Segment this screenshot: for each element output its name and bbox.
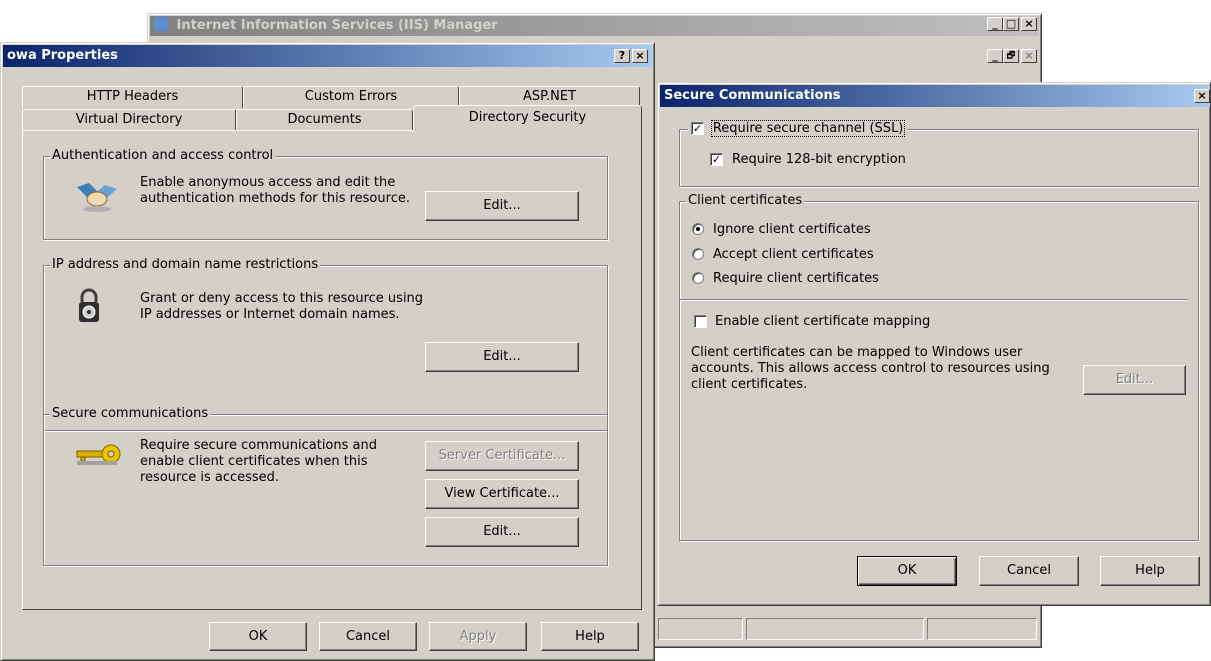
- ip-group-label: IP address and domain name restrictions: [50, 257, 321, 272]
- secure-ok-button[interactable]: OK: [857, 556, 957, 586]
- auth-desc-line2: authentication methods for this resource…: [140, 191, 410, 206]
- auth-edit-button[interactable]: Edit...: [425, 191, 579, 221]
- secure-dialog-titlebar[interactable]: Secure Communications: [660, 85, 1210, 107]
- mapping-desc-line1: Client certificates can be mapped to Win…: [691, 345, 1023, 360]
- auth-desc-line1: Enable anonymous access and edit the: [140, 175, 396, 190]
- cert-mapping-checkbox[interactable]: [694, 315, 707, 328]
- require-ssl-label: Require secure channel (SSL): [710, 120, 906, 137]
- tab-documents[interactable]: Documents: [236, 109, 413, 131]
- handshake-icon: [73, 179, 121, 215]
- require-128bit-label[interactable]: Require 128-bit encryption: [732, 152, 906, 168]
- iis-status-pane-1: [658, 618, 743, 640]
- require-ssl-checkbox[interactable]: ✓: [691, 122, 704, 135]
- accept-certs-label[interactable]: Accept client certificates: [713, 247, 874, 263]
- mapping-desc-line3: client certificates.: [691, 377, 808, 392]
- client-certificates-label: Client certificates: [686, 193, 805, 208]
- close-caption-button[interactable]: ×: [632, 49, 648, 63]
- help-caption-button[interactable]: ?: [614, 49, 630, 63]
- cert-mapping-label[interactable]: Enable client certificate mapping: [715, 314, 930, 330]
- mapping-desc-line2: accounts. This allows access control to …: [691, 361, 1050, 376]
- tab-virtual-directory[interactable]: Virtual Directory: [22, 109, 236, 131]
- require-certs-radio[interactable]: [692, 272, 704, 284]
- tab-http-headers[interactable]: HTTP Headers: [22, 86, 243, 108]
- iis-maximize-button[interactable]: □: [1003, 17, 1019, 31]
- ip-desc-line1: Grant or deny access to this resource us…: [140, 291, 424, 306]
- iis-status-pane-2: [746, 618, 924, 640]
- iis-minimize-button[interactable]: _: [987, 17, 1003, 31]
- ok-button[interactable]: OK: [209, 622, 307, 651]
- iis-manager-titlebar[interactable]: Internet Information Services (IIS) Mana…: [150, 16, 1039, 36]
- require-ssl-row[interactable]: ✓ Require secure channel (SSL): [688, 120, 908, 139]
- iis-status-pane-3: [927, 618, 1037, 640]
- owa-properties-titlebar[interactable]: owa Properties: [3, 45, 652, 67]
- view-certificate-button[interactable]: View Certificate...: [425, 479, 579, 509]
- secure-desc-line2: enable client certificates when this: [140, 454, 368, 469]
- padlock-icon: [77, 288, 101, 324]
- auth-group-label: Authentication and access control: [50, 148, 276, 163]
- require-certs-label[interactable]: Require client certificates: [713, 271, 879, 287]
- server-certificate-button[interactable]: Server Certificate...: [425, 441, 579, 471]
- key-icon: [73, 443, 123, 467]
- ip-edit-button[interactable]: Edit...: [425, 342, 579, 372]
- iis-manager-title: Internet Information Services (IIS) Mana…: [176, 18, 498, 33]
- mapping-edit-button[interactable]: Edit...: [1083, 365, 1186, 395]
- cancel-button[interactable]: Cancel: [319, 622, 417, 651]
- iis-close-button[interactable]: ×: [1021, 17, 1037, 31]
- secure-edit-button[interactable]: Edit...: [425, 517, 579, 547]
- owa-properties-dialog: owa Properties ? × HTTP Headers Custom E…: [0, 42, 655, 661]
- secure-dialog-title: Secure Communications: [664, 88, 841, 103]
- secure-dialog-close-button[interactable]: ×: [1194, 89, 1210, 103]
- secure-communications-dialog: Secure Communications × ✓ Require secure…: [657, 82, 1211, 606]
- owa-properties-title: owa Properties: [7, 48, 118, 63]
- secure-desc-line3: resource is accessed.: [140, 470, 280, 485]
- require-128bit-checkbox[interactable]: ✓: [710, 153, 723, 166]
- help-button[interactable]: Help: [541, 622, 639, 651]
- iis-child-close-button[interactable]: ×: [1021, 49, 1037, 63]
- apply-button[interactable]: Apply: [429, 622, 527, 651]
- iis-child-restore-button[interactable]: 🗗: [1003, 49, 1019, 63]
- tab-directory-security[interactable]: Directory Security: [413, 105, 642, 132]
- iis-child-minimize-button[interactable]: _: [987, 49, 1003, 63]
- accept-certs-radio[interactable]: [692, 248, 704, 260]
- secure-cancel-button[interactable]: Cancel: [979, 556, 1079, 586]
- iis-app-icon: [154, 17, 168, 31]
- ignore-certs-label[interactable]: Ignore client certificates: [713, 222, 871, 238]
- ip-desc-line2: IP addresses or Internet domain names.: [140, 307, 400, 322]
- ignore-certs-radio[interactable]: [692, 223, 704, 235]
- secure-help-button[interactable]: Help: [1100, 556, 1200, 586]
- secure-desc-line1: Require secure communications and: [140, 438, 377, 453]
- secure-group-label: Secure communications: [50, 406, 211, 421]
- separator: [680, 299, 1188, 301]
